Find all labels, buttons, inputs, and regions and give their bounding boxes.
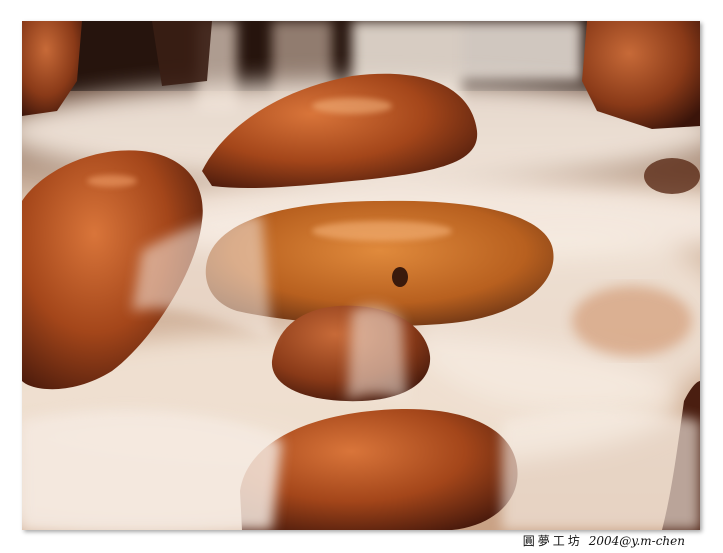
waterfall-photo [22,21,700,530]
studio-name: 圓夢工坊 [522,534,583,548]
waterfall-illustration [22,21,700,530]
photo-caption: 圓夢工坊 2004@y.m-chen [523,532,685,550]
copyright-text: 2004@y.m-chen [588,534,685,548]
photo-frame: 圓夢工坊 2004@y.m-chen [0,0,723,553]
